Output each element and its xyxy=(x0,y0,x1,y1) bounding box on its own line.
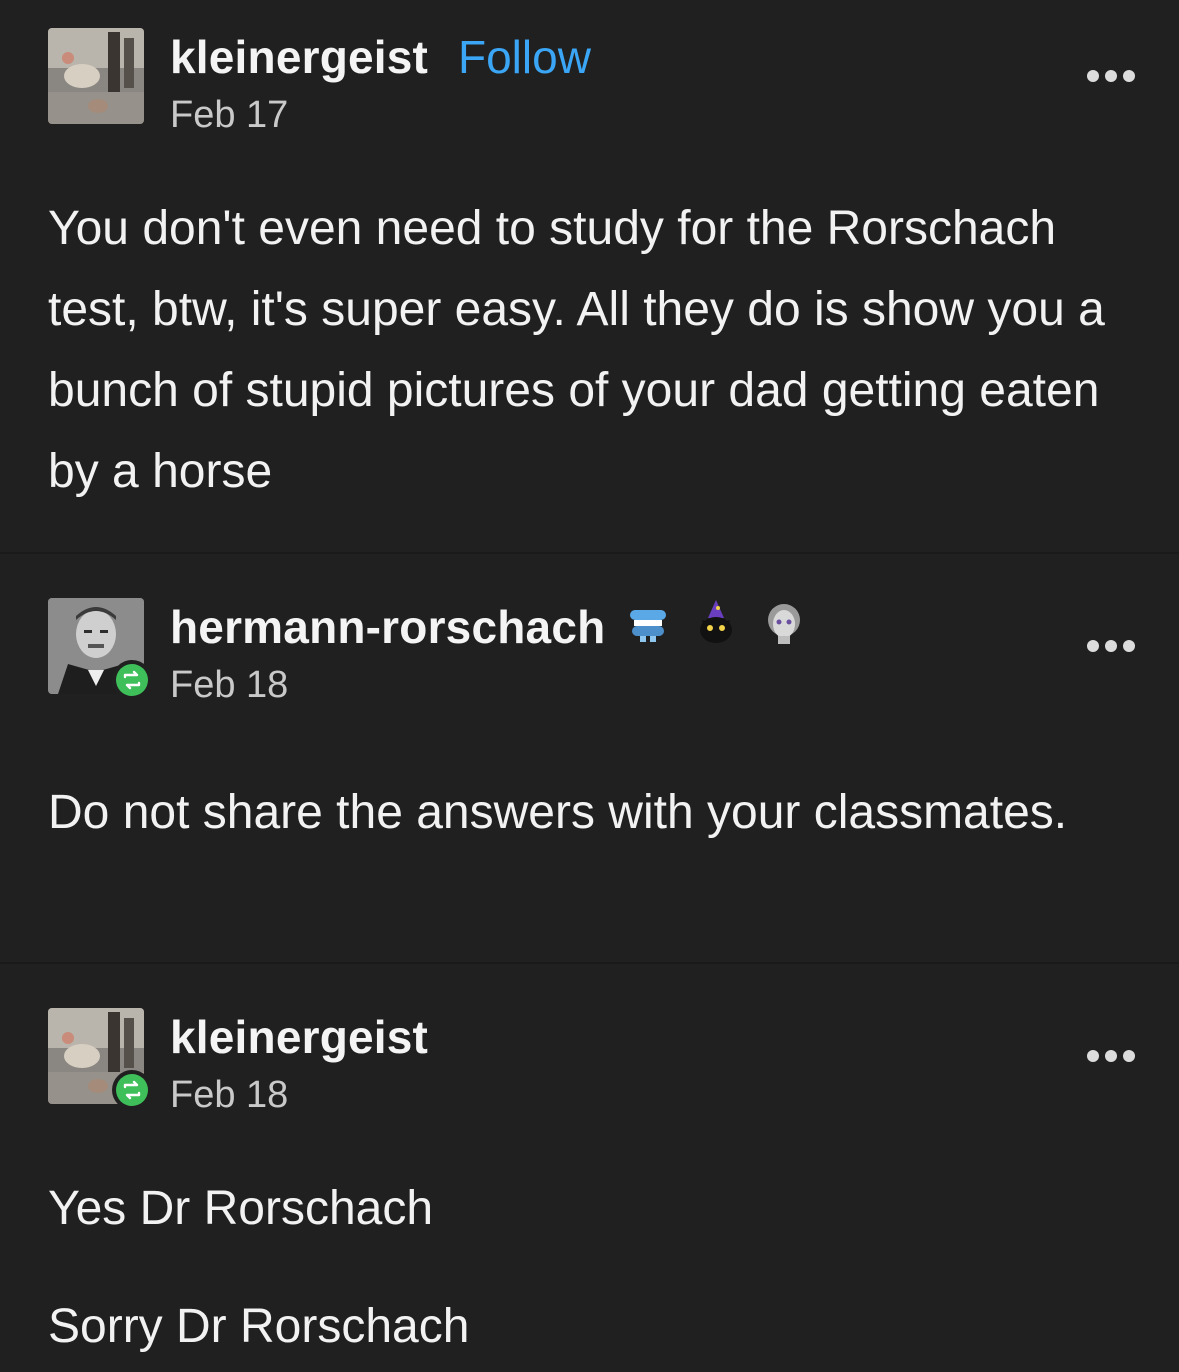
username[interactable]: hermann-rorschach xyxy=(170,600,605,654)
post-body: You don't even need to study for the Ror… xyxy=(48,188,1138,512)
ellipsis-icon xyxy=(1105,1050,1117,1062)
follow-button[interactable]: Follow xyxy=(458,30,591,84)
ellipsis-icon xyxy=(1123,1050,1135,1062)
post-paragraph: You don't even need to study for the Ror… xyxy=(48,202,1105,498)
wizard-cat-badge-icon[interactable] xyxy=(692,598,740,646)
post-header: kleinergeist Follow Feb 17 xyxy=(48,28,1138,136)
post-header: kleinergeist Feb 18 xyxy=(48,1008,1138,1116)
post-paragraph: Do not share the answers with your class… xyxy=(48,786,1068,839)
more-options-button[interactable] xyxy=(1084,68,1138,84)
more-options-button[interactable] xyxy=(1084,638,1138,654)
post: kleinergeist Follow Feb 17 You don't eve… xyxy=(0,0,1179,552)
post-date[interactable]: Feb 18 xyxy=(170,1074,288,1117)
post-paragraph: Yes Dr Rorschach xyxy=(48,1182,434,1235)
post-body: Yes Dr Rorschach Sorry Dr Rorschach xyxy=(48,1168,1138,1367)
username[interactable]: kleinergeist xyxy=(170,30,428,84)
ellipsis-icon xyxy=(1087,640,1099,652)
username[interactable]: kleinergeist xyxy=(170,1010,428,1064)
ellipsis-icon xyxy=(1123,70,1135,82)
ellipsis-icon xyxy=(1105,640,1117,652)
post-paragraph: Sorry Dr Rorschach xyxy=(48,1300,470,1353)
ellipsis-icon xyxy=(1123,640,1135,652)
ellipsis-icon xyxy=(1087,1050,1099,1062)
ellipsis-icon xyxy=(1105,70,1117,82)
reblog-thread: kleinergeist Follow Feb 17 You don't eve… xyxy=(0,0,1179,1372)
post: kleinergeist Feb 18 Yes Dr Rorschach Sor… xyxy=(0,962,1179,1372)
reblog-badge xyxy=(112,1070,152,1110)
post: hermann-rorschach Feb 18 Do not share th… xyxy=(0,552,1179,962)
more-options-button[interactable] xyxy=(1084,1048,1138,1064)
reblog-badge xyxy=(112,660,152,700)
reblog-icon xyxy=(123,1080,141,1100)
post-date[interactable]: Feb 18 xyxy=(170,664,288,707)
avatar[interactable] xyxy=(48,28,144,124)
photo-collage-avatar-icon xyxy=(48,28,144,124)
ellipsis-icon xyxy=(1087,70,1099,82)
post-date[interactable]: Feb 17 xyxy=(170,94,288,137)
post-header: hermann-rorschach Feb 18 xyxy=(48,598,1138,706)
post-body: Do not share the answers with your class… xyxy=(48,772,1138,853)
chattering-teeth-badge-icon[interactable] xyxy=(624,598,672,646)
profile-badges xyxy=(624,598,808,646)
reblog-icon xyxy=(123,670,141,690)
marble-bust-badge-icon[interactable] xyxy=(760,598,808,646)
